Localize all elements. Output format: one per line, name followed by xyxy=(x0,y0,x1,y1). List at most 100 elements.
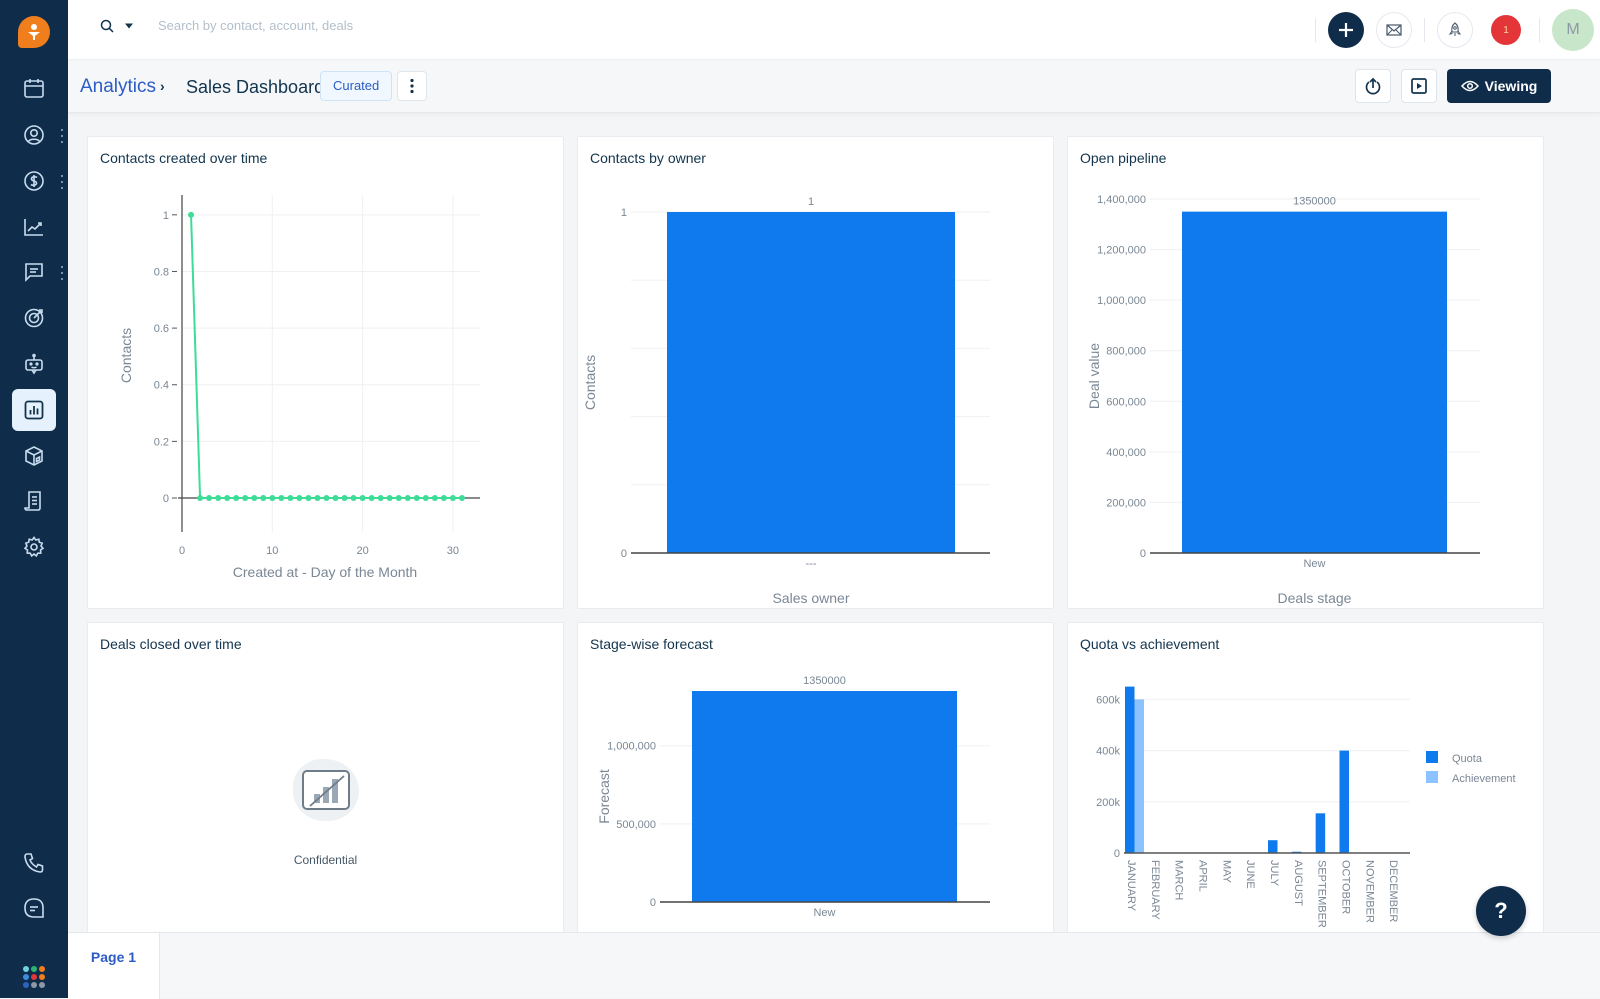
y-tick-label: 800,000 xyxy=(1106,346,1146,358)
sidebar-item-contacts[interactable] xyxy=(12,114,56,156)
conversations-more-icon[interactable] xyxy=(60,266,64,280)
quick-add-button[interactable] xyxy=(1328,12,1364,48)
search-input[interactable] xyxy=(158,18,558,33)
x-tick-label: SEPTEMBER xyxy=(1316,860,1328,928)
x-tick-label: APRIL xyxy=(1197,860,1209,892)
widget-contacts-by-owner[interactable]: Contacts by owner 0 1 1 --- Sales owner Conta… xyxy=(577,136,1054,609)
export-button[interactable] xyxy=(1355,69,1391,103)
legend-swatch-quota xyxy=(1426,751,1438,763)
x-axis-title: Deals stage xyxy=(1278,590,1352,606)
series-line xyxy=(190,214,462,500)
products-cube-icon xyxy=(25,446,43,466)
y-tick-label: 1,000,000 xyxy=(1097,295,1146,307)
x-tick-label: 10 xyxy=(266,545,278,557)
data-point xyxy=(197,495,204,502)
y-tick-label: 0 xyxy=(163,493,169,505)
app-logo[interactable] xyxy=(18,16,50,48)
more-options-button[interactable] xyxy=(397,71,427,101)
data-point xyxy=(458,495,465,502)
sidebar-item-deals[interactable] xyxy=(12,160,56,202)
legend-swatch-achievement xyxy=(1426,771,1438,783)
viewing-mode-button[interactable]: Viewing xyxy=(1447,69,1551,103)
divider xyxy=(1315,18,1316,42)
sidebar-item-calendar[interactable] xyxy=(12,67,56,109)
y-tick-label: 200,000 xyxy=(1106,497,1146,509)
hidden-chart-icon xyxy=(292,759,359,821)
y-tick-label: 0 xyxy=(621,548,627,560)
data-point xyxy=(323,495,330,502)
trend-chart-icon xyxy=(24,219,43,236)
y-tick-label: 1 xyxy=(163,210,169,222)
whats-new-button[interactable] xyxy=(1437,12,1473,48)
sidebar-item-bots[interactable] xyxy=(12,343,56,385)
x-tick-label: 30 xyxy=(447,545,459,557)
data-point xyxy=(242,495,249,502)
x-tick-label: JUNE xyxy=(1244,860,1256,889)
search-scope-dropdown-icon[interactable] xyxy=(124,22,134,30)
bar-quota xyxy=(1315,813,1326,853)
chat-icon xyxy=(24,898,44,918)
top-bar: 1 M xyxy=(68,0,1600,60)
help-button[interactable]: ? xyxy=(1476,886,1526,936)
sidebar-item-documents[interactable] xyxy=(12,480,56,522)
widget-stage-wise-forecast[interactable]: Stage-wise forecast 0 500,000 1,000,000 135… xyxy=(577,622,1054,942)
widget-deals-closed-over-time[interactable]: Deals closed over time Confidential xyxy=(87,622,564,942)
data-point xyxy=(404,495,411,502)
x-tick-label: NOVEMBER xyxy=(1363,860,1375,923)
sidebar-item-analytics[interactable] xyxy=(12,389,56,431)
phone-icon xyxy=(24,853,44,873)
y-tick-label: 1,000,000 xyxy=(607,741,656,753)
apps-grid-icon[interactable] xyxy=(23,966,45,988)
data-point xyxy=(215,495,222,502)
sidebar-item-conversations[interactable] xyxy=(12,251,56,293)
present-button[interactable] xyxy=(1401,69,1437,103)
curated-badge: Curated xyxy=(320,71,393,101)
bar xyxy=(667,212,955,553)
sidebar-item-chat[interactable] xyxy=(12,887,56,929)
legend-label-quota: Quota xyxy=(1452,753,1483,765)
data-point xyxy=(278,495,285,502)
notifications-button[interactable]: 1 xyxy=(1491,15,1521,45)
widget-open-pipeline[interactable]: Open pipeline 0 200,000 400,000 600,000 800,… xyxy=(1067,136,1544,609)
data-point xyxy=(269,495,276,502)
x-tick-label: New xyxy=(1303,558,1325,570)
sidebar-item-goals[interactable] xyxy=(12,297,56,339)
widget-quota-vs-achievement[interactable]: Quota vs achievement 0 200k 400k 600k JANUAR… xyxy=(1067,622,1544,942)
sidebar-item-settings[interactable] xyxy=(12,526,56,568)
y-tick-label: 200k xyxy=(1096,797,1120,809)
bar xyxy=(1182,211,1447,553)
sidebar-item-phone[interactable] xyxy=(12,842,56,884)
bar-data-label: 1 xyxy=(808,196,814,208)
mail-icon xyxy=(1386,24,1402,36)
x-tick-label: MAY xyxy=(1220,860,1232,884)
target-icon xyxy=(24,308,44,328)
breadcrumb-analytics[interactable]: Analytics xyxy=(80,76,156,98)
contacts-more-icon[interactable] xyxy=(60,129,64,143)
data-point xyxy=(350,495,357,502)
data-point xyxy=(368,495,375,502)
legend-label-achievement: Achievement xyxy=(1452,773,1516,785)
data-point xyxy=(296,495,303,502)
x-tick-label: OCTOBER xyxy=(1340,860,1352,914)
data-point xyxy=(314,495,321,502)
search-icon[interactable] xyxy=(100,19,114,33)
widget-contacts-created-over-time[interactable]: Contacts created over time 0 10 20 30 0 0.2 0.… xyxy=(87,136,564,609)
deals-more-icon[interactable] xyxy=(60,175,64,189)
y-tick-label: 0.6 xyxy=(154,323,169,335)
sidebar-item-reports[interactable] xyxy=(12,206,56,248)
sidebar xyxy=(0,0,68,998)
data-point xyxy=(305,495,312,502)
data-point xyxy=(431,495,438,502)
user-avatar[interactable]: M xyxy=(1552,9,1594,51)
page-title: Sales Dashboard xyxy=(186,77,325,97)
y-tick-label: 400k xyxy=(1096,746,1120,758)
x-tick-label: MARCH xyxy=(1173,860,1185,900)
breadcrumb-separator-icon: › xyxy=(160,78,165,94)
x-tick-label: New xyxy=(813,907,835,919)
email-button[interactable] xyxy=(1376,12,1412,48)
y-tick-label: 600k xyxy=(1096,694,1120,706)
y-axis-title: Deal value xyxy=(1086,343,1102,409)
sidebar-item-products[interactable] xyxy=(12,435,56,477)
page-tab-1[interactable]: Page 1 xyxy=(68,933,160,999)
bar-achievement xyxy=(1134,699,1144,853)
